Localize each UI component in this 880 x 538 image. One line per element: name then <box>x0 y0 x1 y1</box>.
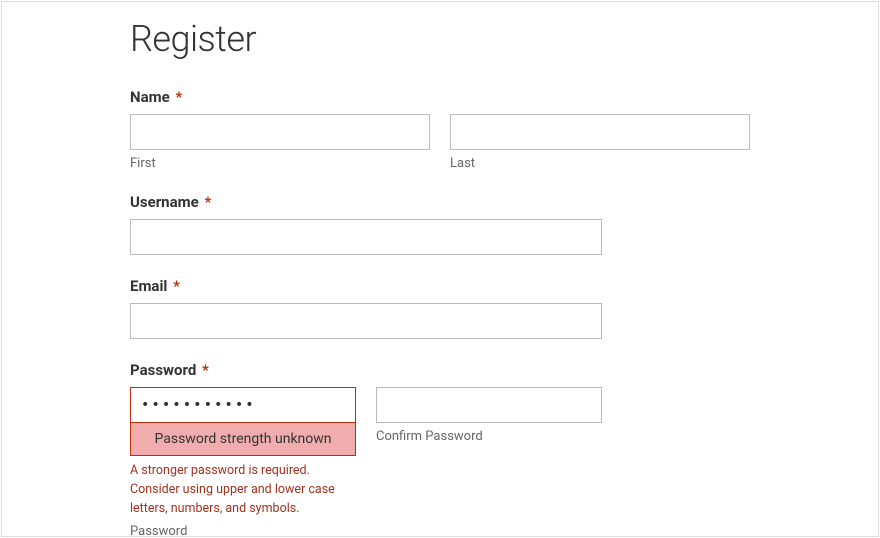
required-indicator: * <box>204 193 211 211</box>
username-label-text: Username <box>130 193 199 211</box>
name-label: Name * <box>130 88 750 106</box>
name-field-group: Name * First Last <box>130 88 750 171</box>
password-error-message: A stronger password is required. Conside… <box>130 462 356 518</box>
password-field-group: Password * Password strength unknown A s… <box>130 361 750 537</box>
username-label: Username * <box>130 193 750 211</box>
password-label-text: Password <box>130 361 196 379</box>
email-label-text: Email <box>130 277 167 295</box>
required-indicator: * <box>202 361 209 379</box>
password-strength-indicator: Password strength unknown <box>130 423 356 456</box>
required-indicator: * <box>175 88 182 106</box>
password-sublabel: Password <box>130 524 356 537</box>
email-field-group: Email * <box>130 277 750 339</box>
first-name-sublabel: First <box>130 156 430 171</box>
last-name-sublabel: Last <box>450 156 750 171</box>
password-input[interactable] <box>130 387 356 423</box>
email-input[interactable] <box>130 303 602 339</box>
last-name-input[interactable] <box>450 114 750 150</box>
username-field-group: Username * <box>130 193 750 255</box>
confirm-password-input[interactable] <box>376 387 602 423</box>
email-label: Email * <box>130 277 750 295</box>
first-name-input[interactable] <box>130 114 430 150</box>
username-input[interactable] <box>130 219 602 255</box>
page-title: Register <box>130 18 750 60</box>
name-label-text: Name <box>130 88 170 106</box>
confirm-password-sublabel: Confirm Password <box>376 429 602 444</box>
password-label: Password * <box>130 361 750 379</box>
required-indicator: * <box>173 277 180 295</box>
